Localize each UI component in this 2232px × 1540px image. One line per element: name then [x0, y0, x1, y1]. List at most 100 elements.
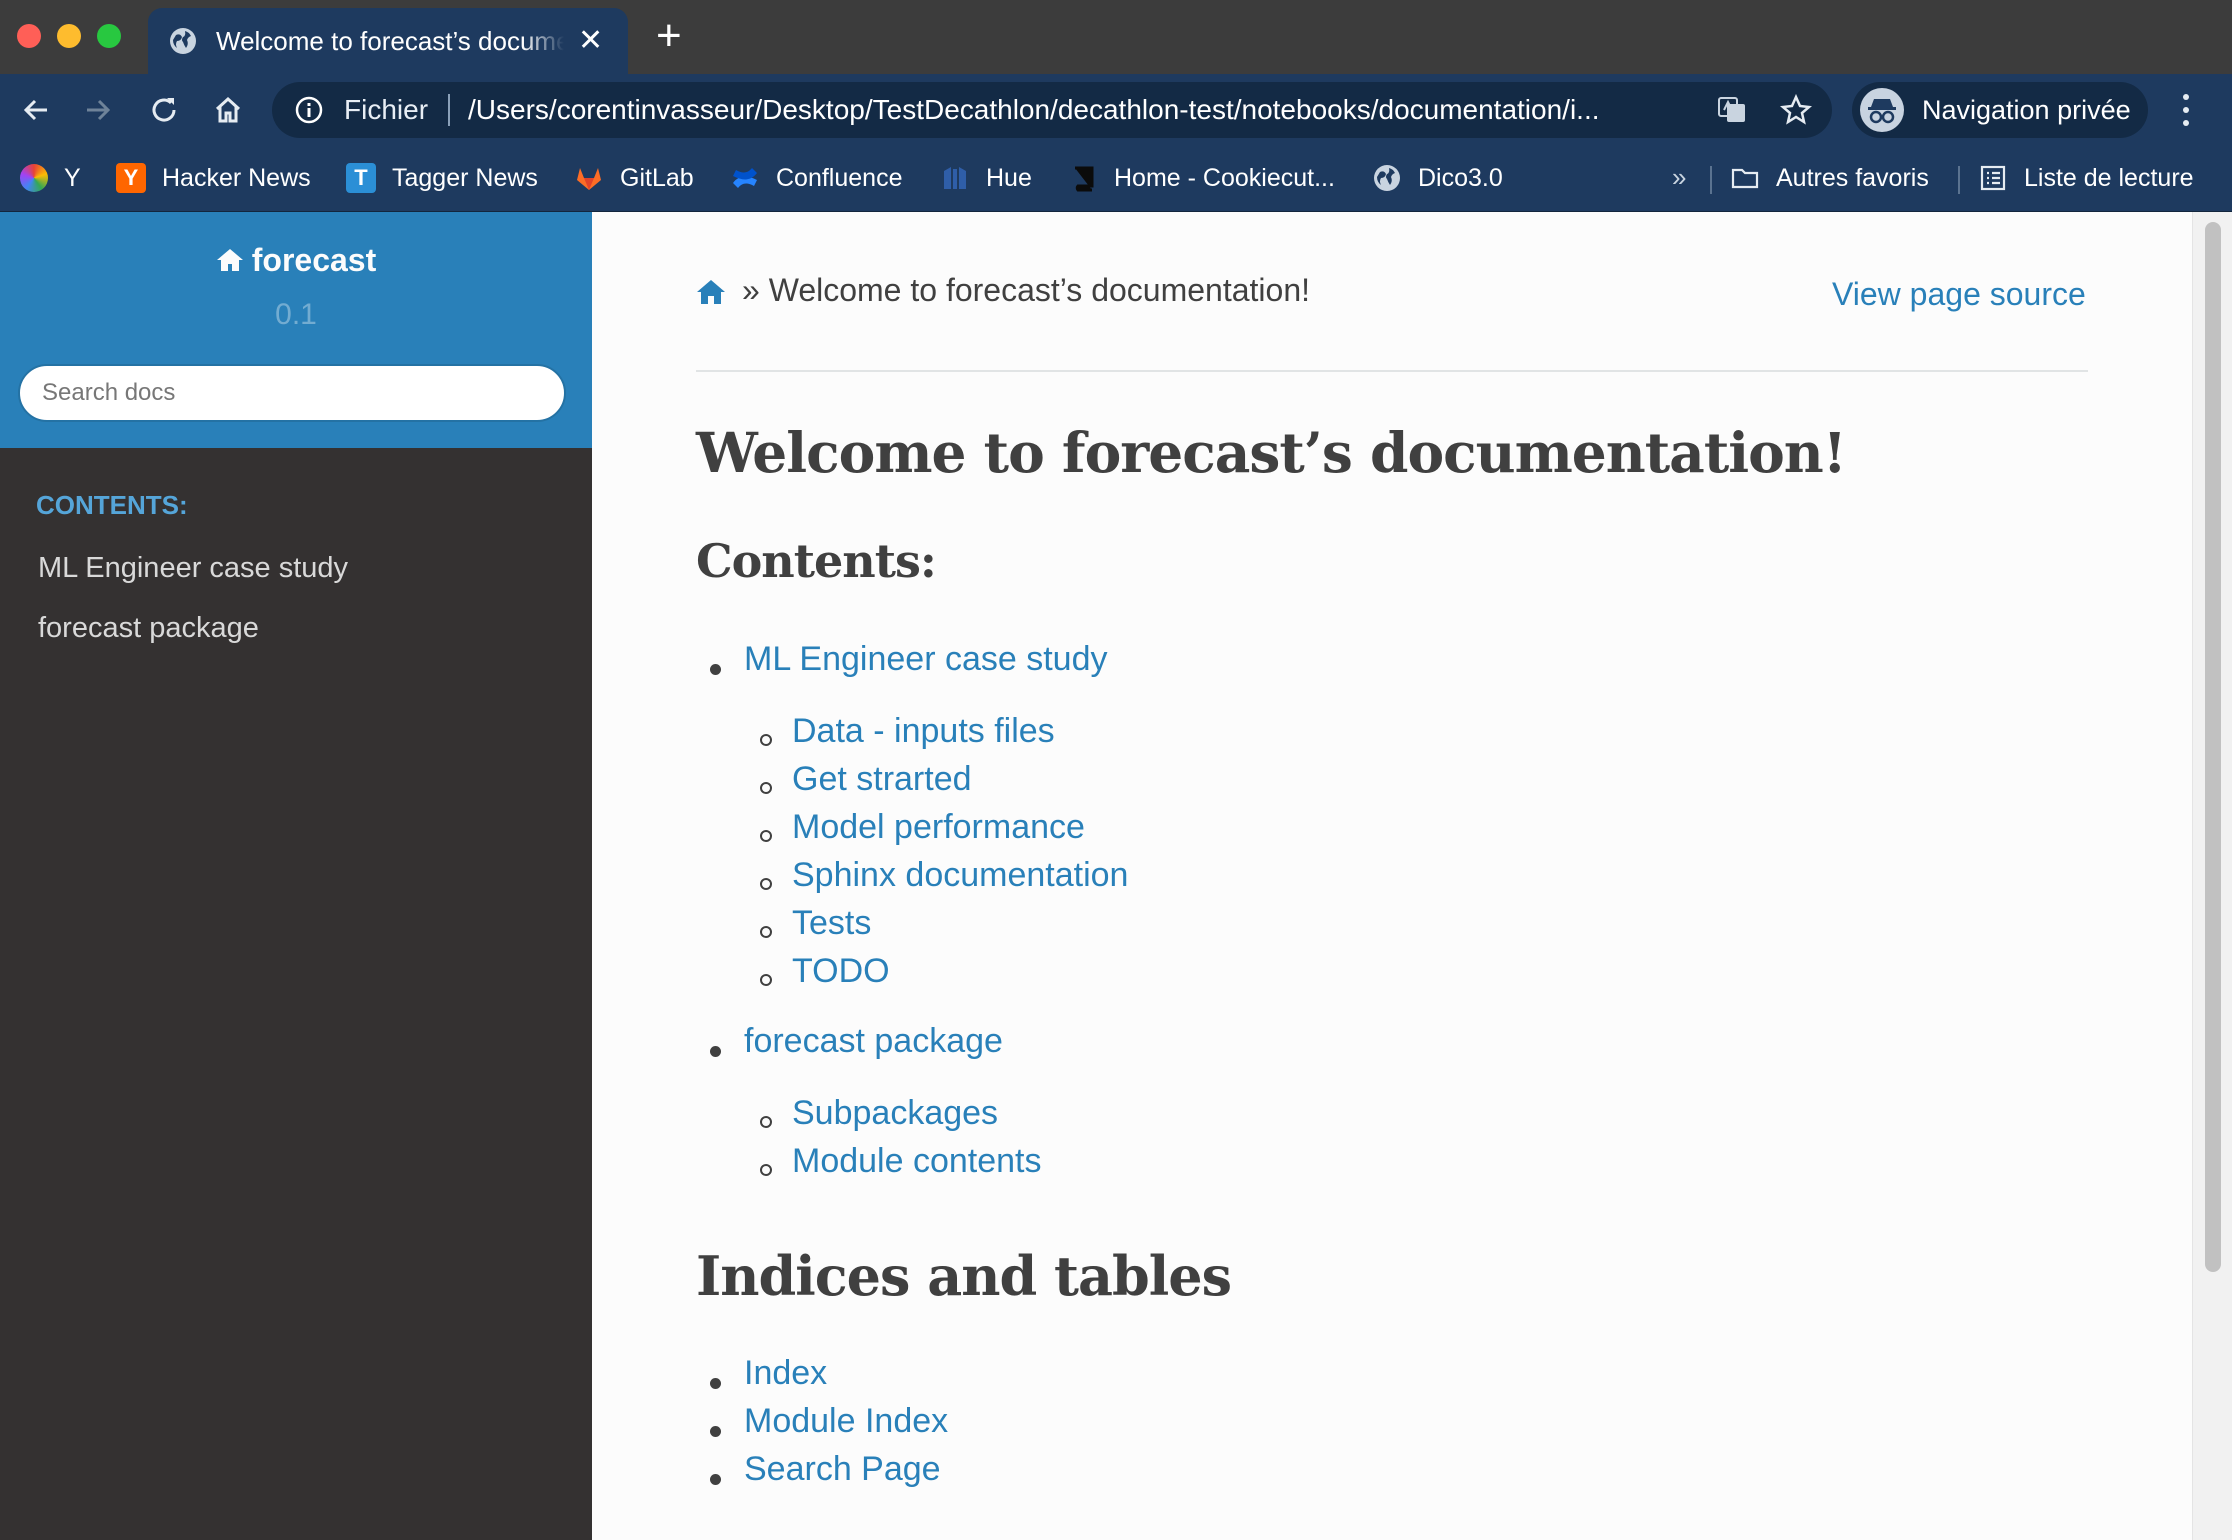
book-icon: [1075, 166, 1094, 192]
globe-icon: [1374, 165, 1400, 191]
toc-link-ml-engineer-case-study[interactable]: ML Engineer case study: [744, 640, 1108, 679]
search-docs-input[interactable]: [18, 364, 566, 422]
sidebar-caption: CONTENTS:: [36, 490, 188, 520]
bookmark-item[interactable]: Confluence: [730, 158, 902, 198]
project-name: forecast: [251, 242, 377, 278]
bookmark-item[interactable]: Y Hacker News: [116, 158, 311, 198]
bullet-circle: [760, 926, 772, 938]
tab-title: Welcome to forecast’s documentation!: [216, 25, 564, 56]
view-page-source-link[interactable]: View page source: [1832, 276, 2086, 313]
sidebar-item-forecast-package[interactable]: forecast package: [38, 612, 259, 645]
browser-toolbar: Fichier /Users/corentinvasseur/Desktop/T…: [0, 74, 2232, 144]
reload-icon: [152, 98, 176, 122]
bullet-disc: [710, 664, 721, 675]
incognito-profile-button[interactable]: Navigation privée: [1852, 82, 2148, 138]
toc-link[interactable]: Subpackages: [792, 1094, 998, 1133]
home-icon: [216, 249, 243, 271]
omnibox-divider: [448, 94, 451, 126]
toc-link[interactable]: Get strarted: [792, 760, 972, 799]
docs-sidebar: forecast 0.1 CONTENTS: ML Engineer case …: [0, 212, 592, 1540]
bookmark-divider: [1710, 166, 1712, 194]
docs-content: » Welcome to forecast’s documentation! V…: [592, 212, 2192, 1540]
project-home-link[interactable]: forecast: [0, 242, 592, 279]
info-icon[interactable]: [294, 95, 324, 125]
contents-heading: Contents:: [696, 534, 937, 588]
bookmark-item[interactable]: GitLab: [574, 158, 694, 198]
tab-bar: Welcome to forecast’s documentation! ✕ +: [0, 0, 2232, 74]
bullet-disc: [710, 1046, 721, 1057]
search-page-link[interactable]: Search Page: [744, 1450, 941, 1489]
hue-icon: [944, 167, 966, 189]
minimize-window-button[interactable]: [57, 24, 81, 48]
menu-icon[interactable]: [2176, 90, 2196, 130]
reading-list-button[interactable]: Liste de lecture: [1978, 158, 2194, 198]
bookmark-item[interactable]: Dico3.0: [1372, 158, 1503, 198]
header-divider: [696, 370, 2088, 372]
bookmark-item[interactable]: Home - Cookiecut...: [1068, 158, 1335, 198]
bullet-circle: [760, 878, 772, 890]
reload-button[interactable]: [144, 90, 184, 130]
scrollbar[interactable]: [2192, 212, 2232, 1540]
incognito-icon: [1860, 88, 1904, 132]
reading-list-icon: [1980, 165, 2006, 191]
breadcrumb-current: Welcome to forecast’s documentation!: [768, 272, 1310, 308]
close-window-button[interactable]: [17, 24, 41, 48]
bookmark-item[interactable]: T Tagger News: [346, 158, 538, 198]
bullet-disc: [710, 1426, 721, 1437]
toc-link[interactable]: Data - inputs files: [792, 712, 1055, 751]
arrow-left-icon: [23, 99, 47, 121]
breadcrumb-separator: »: [742, 272, 760, 308]
bullet-circle: [760, 974, 772, 986]
bullet-disc: [710, 1378, 721, 1389]
confluence-icon: [733, 168, 757, 188]
scheme-label: Fichier: [344, 94, 429, 125]
toc-link[interactable]: TODO: [792, 952, 890, 991]
folder-icon: [1731, 168, 1759, 189]
other-favorites-folder[interactable]: Autres favoris: [1730, 158, 1929, 198]
tab-active[interactable]: Welcome to forecast’s documentation! ✕: [148, 8, 628, 74]
forward-button[interactable]: [78, 90, 118, 130]
star-icon[interactable]: [1780, 94, 1812, 126]
more-bookmarks-button[interactable]: »: [1672, 162, 1686, 193]
module-index-link[interactable]: Module Index: [744, 1402, 948, 1441]
toc-link[interactable]: Sphinx documentation: [792, 856, 1128, 895]
url-text[interactable]: /Users/corentinvasseur/Desktop/TestDecat…: [468, 94, 1704, 126]
arrow-right-icon: [87, 99, 111, 121]
bullet-circle: [760, 782, 772, 794]
bullet-circle: [760, 830, 772, 842]
bookmarks-bar: Y Y Hacker News T Tagger News GitLab Con…: [0, 144, 2232, 212]
translate-icon[interactable]: [1716, 94, 1748, 126]
breadcrumb: » Welcome to forecast’s documentation!: [742, 272, 1310, 309]
sidebar-item-ml-engineer-case-study[interactable]: ML Engineer case study: [38, 552, 348, 585]
hacker-news-icon: Y: [116, 163, 146, 193]
gitlab-icon: [577, 168, 601, 190]
page-title: Welcome to forecast’s documentation!: [696, 420, 1847, 485]
scrollbar-thumb[interactable]: [2205, 222, 2221, 1272]
bullet-disc: [710, 1474, 721, 1485]
new-tab-button[interactable]: +: [656, 14, 682, 58]
toc-link-forecast-package[interactable]: forecast package: [744, 1022, 1003, 1061]
globe-icon: [170, 28, 196, 54]
toc-link[interactable]: Model performance: [792, 808, 1085, 847]
bullet-circle: [760, 1116, 772, 1128]
bookmark-divider: [1958, 166, 1960, 194]
bookmark-item[interactable]: Hue: [940, 158, 1032, 198]
breadcrumb-home-icon[interactable]: [696, 278, 726, 306]
project-version: 0.1: [275, 298, 317, 331]
index-link[interactable]: Index: [744, 1354, 827, 1393]
profile-label: Navigation privée: [1922, 94, 2131, 125]
bookmark-item[interactable]: Y: [20, 158, 81, 198]
toc-link[interactable]: Tests: [792, 904, 871, 943]
toc-link[interactable]: Module contents: [792, 1142, 1042, 1181]
sidebar-header: forecast 0.1: [0, 212, 592, 448]
indices-heading: Indices and tables: [696, 1244, 1232, 1308]
home-icon: [215, 96, 241, 123]
tab-close-button[interactable]: ✕: [578, 26, 603, 56]
bullet-circle: [760, 1164, 772, 1176]
back-button[interactable]: [16, 90, 56, 130]
multicolor-logo-icon: [20, 164, 48, 192]
bullet-circle: [760, 734, 772, 746]
home-button[interactable]: [208, 90, 248, 130]
address-bar[interactable]: Fichier /Users/corentinvasseur/Desktop/T…: [272, 82, 1832, 138]
maximize-window-button[interactable]: [97, 24, 121, 48]
